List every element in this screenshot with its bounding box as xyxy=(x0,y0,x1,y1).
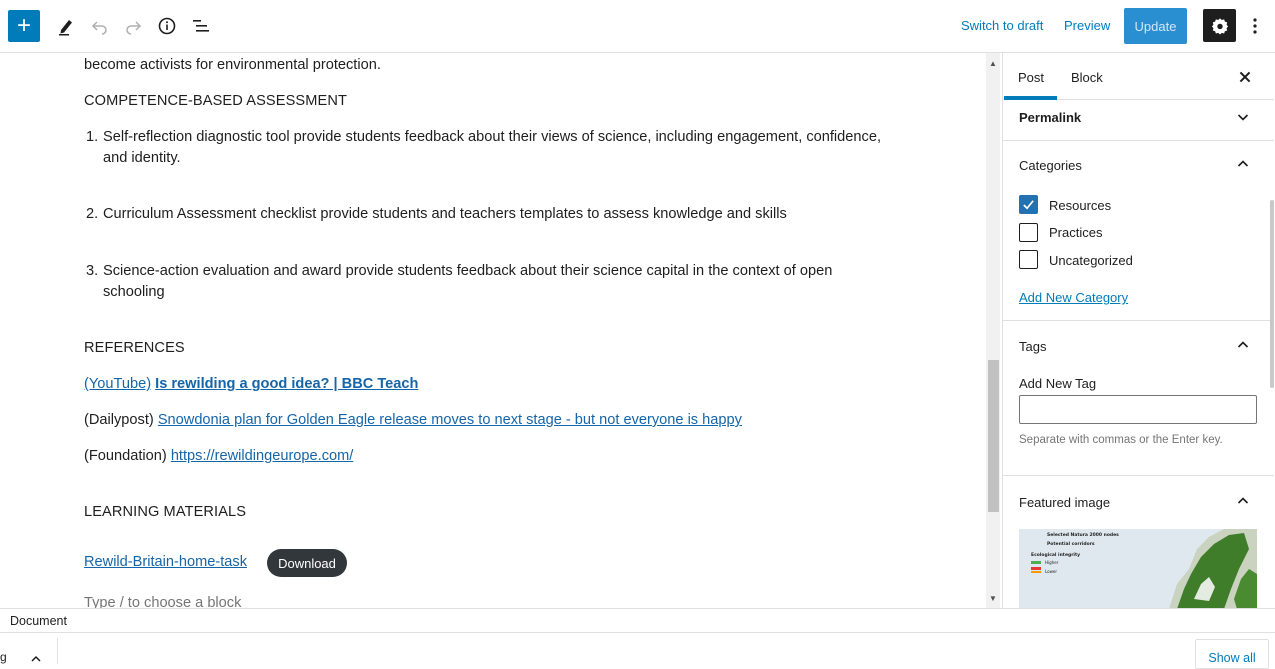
footer-bar xyxy=(0,632,1275,664)
tab-post[interactable]: Post xyxy=(1018,70,1044,85)
editor-scrollbar-thumb[interactable] xyxy=(988,360,999,512)
categories-panel-toggle[interactable]: Categories xyxy=(1019,158,1082,173)
list-view-button[interactable] xyxy=(187,12,215,40)
references-heading[interactable]: REFERENCES xyxy=(84,340,185,356)
editor-scrollbar[interactable] xyxy=(986,53,1000,608)
checkmark-icon xyxy=(1023,200,1034,210)
block-breadcrumb-bar: Document xyxy=(0,608,1275,632)
panel-divider xyxy=(1003,475,1274,476)
add-block-button[interactable]: + xyxy=(8,10,40,42)
category-label: Uncategorized xyxy=(1049,253,1133,268)
reference-prefix: (Dailypost) xyxy=(84,412,154,428)
map-image: Selected Natura 2000 nodes Potential cor… xyxy=(1019,529,1257,608)
footer-text-fragment: g xyxy=(0,650,7,664)
add-new-category-link[interactable]: Add New Category xyxy=(1019,290,1128,305)
file-link[interactable]: Rewild-Britain-home-task xyxy=(84,554,247,570)
update-button[interactable]: Update xyxy=(1124,8,1187,44)
reference-link[interactable]: Is rewilding a good idea? | BBC Teach xyxy=(155,376,418,392)
map-legend-text: Higher xyxy=(1045,560,1059,565)
editor-toolbar: + Switch to draft Preview Update xyxy=(0,0,1275,53)
category-label: Practices xyxy=(1049,225,1103,240)
info-icon xyxy=(158,17,176,35)
panel-divider xyxy=(1003,320,1274,321)
reference-foundation[interactable]: (Foundation) https://rewildingeurope.com… xyxy=(84,448,353,464)
list-number: 1. xyxy=(86,129,99,145)
map-legend-text: Potential corridors xyxy=(1047,541,1095,547)
chevron-up-icon[interactable] xyxy=(1235,156,1251,172)
tags-panel-toggle[interactable]: Tags xyxy=(1019,339,1046,354)
reference-youtube[interactable]: (YouTube) Is rewilding a good idea? | BB… xyxy=(84,376,418,392)
list-item-text: Science-action evaluation and award prov… xyxy=(103,263,833,300)
sidebar-tabs: Post Block xyxy=(1003,53,1274,100)
featured-image[interactable]: Selected Natura 2000 nodes Potential cor… xyxy=(1019,529,1257,608)
list-number: 2. xyxy=(86,206,99,222)
reference-prefix: (Foundation) xyxy=(84,448,167,464)
chevron-down-icon[interactable] xyxy=(1235,109,1251,125)
pencil-icon xyxy=(59,20,72,36)
tools-button[interactable] xyxy=(52,12,80,40)
redo-icon xyxy=(126,21,142,35)
download-button[interactable]: Download xyxy=(267,549,347,577)
tab-block[interactable]: Block xyxy=(1071,70,1103,85)
undo-icon xyxy=(91,21,107,35)
options-button[interactable] xyxy=(1246,13,1264,39)
list-number: 3. xyxy=(86,263,99,279)
category-checkbox-practices[interactable] xyxy=(1019,223,1038,242)
settings-sidebar: Post Block Permalink Categories Resource… xyxy=(1002,53,1275,608)
settings-button[interactable] xyxy=(1203,9,1236,42)
list-item[interactable]: 1. Self-reflection diagnostic tool provi… xyxy=(86,127,886,169)
footer-divider xyxy=(57,638,58,664)
reference-prefix-link[interactable]: (YouTube) xyxy=(84,376,151,392)
panel-divider xyxy=(1003,140,1274,141)
details-button[interactable] xyxy=(153,12,181,40)
editor-canvas[interactable]: become activists for environmental prote… xyxy=(0,53,985,608)
featured-image-panel-toggle[interactable]: Featured image xyxy=(1019,495,1110,510)
map-legend-text: Lower xyxy=(1045,569,1057,574)
permalink-panel-toggle[interactable]: Permalink xyxy=(1019,110,1081,125)
plus-icon: + xyxy=(16,12,31,39)
breadcrumb[interactable]: Document xyxy=(10,614,67,628)
map-legend-text: Ecological integrity xyxy=(1031,552,1080,558)
scroll-down-arrow[interactable]: ▼ xyxy=(986,591,1000,605)
preview-button[interactable]: Preview xyxy=(1064,18,1110,33)
assessment-heading[interactable]: COMPETENCE-BASED ASSESSMENT xyxy=(84,93,347,109)
undo-button[interactable] xyxy=(86,12,114,40)
show-all-button[interactable]: Show all xyxy=(1195,639,1269,669)
map-legend-text: Selected Natura 2000 nodes xyxy=(1047,532,1119,538)
gear-icon xyxy=(1211,17,1228,35)
reference-dailypost[interactable]: (Dailypost) Snowdonia plan for Golden Ea… xyxy=(84,412,742,428)
category-checkbox-resources[interactable] xyxy=(1019,195,1038,214)
sidebar-scrollbar[interactable] xyxy=(1270,200,1274,388)
chevron-up-icon[interactable] xyxy=(29,652,43,664)
category-checkbox-uncategorized[interactable] xyxy=(1019,250,1038,269)
reference-link[interactable]: Snowdonia plan for Golden Eagle release … xyxy=(158,412,742,428)
switch-to-draft-button[interactable]: Switch to draft xyxy=(961,18,1043,33)
tag-input[interactable] xyxy=(1019,395,1257,424)
scroll-up-arrow[interactable]: ▲ xyxy=(986,56,1000,70)
list-view-icon xyxy=(193,20,209,32)
reference-link[interactable]: https://rewildingeurope.com/ xyxy=(171,448,354,464)
redo-button[interactable] xyxy=(119,12,147,40)
chevron-up-icon[interactable] xyxy=(1235,337,1251,353)
tag-help-text: Separate with commas or the Enter key. xyxy=(1019,434,1223,446)
block-placeholder[interactable]: Type / to choose a block xyxy=(84,595,241,608)
list-item[interactable]: 2. Curriculum Assessment checklist provi… xyxy=(86,204,886,225)
category-label: Resources xyxy=(1049,198,1112,213)
list-item-text: Curriculum Assessment checklist provide … xyxy=(103,206,787,222)
paragraph-block[interactable]: become activists for environmental prote… xyxy=(84,57,381,73)
chevron-up-icon[interactable] xyxy=(1235,493,1251,509)
learning-materials-heading[interactable]: LEARNING MATERIALS xyxy=(84,504,246,520)
add-tag-label: Add New Tag xyxy=(1019,376,1097,391)
list-item-text: Self-reflection diagnostic tool provide … xyxy=(103,129,881,166)
more-vertical-icon xyxy=(1253,18,1257,34)
close-icon[interactable] xyxy=(1237,69,1253,85)
active-tab-indicator xyxy=(1004,96,1057,100)
list-item[interactable]: 3. Science-action evaluation and award p… xyxy=(86,261,896,303)
